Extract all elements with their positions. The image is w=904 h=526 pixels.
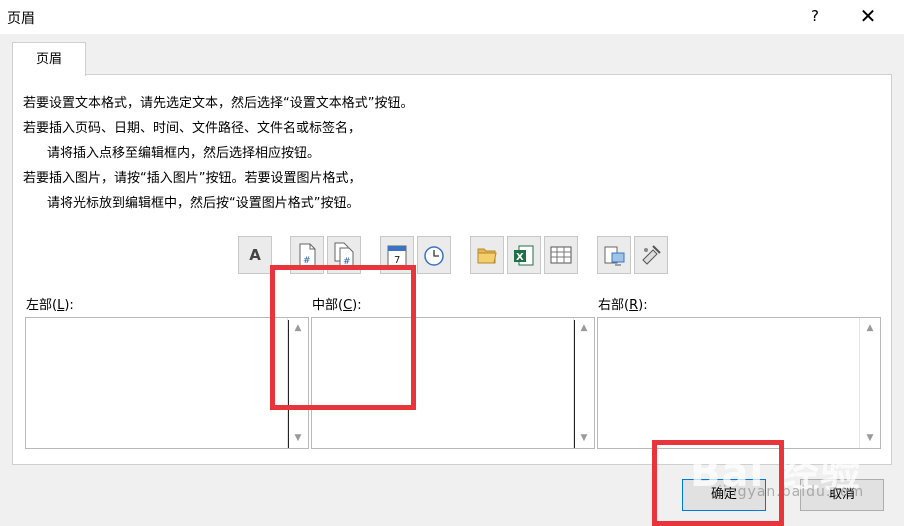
- right-scrollbar[interactable]: ▲ ▼: [859, 318, 880, 448]
- svg-text:#: #: [343, 257, 351, 267]
- right-section-label: 右部(R):: [598, 298, 648, 313]
- svg-text:#: #: [303, 256, 311, 266]
- instruction-line-4: 若要插入图片，请按“插入图片”按钮。若要设置图片格式，: [23, 171, 362, 186]
- insert-time-button[interactable]: [417, 236, 451, 274]
- insert-sheet-name-button[interactable]: [544, 236, 578, 274]
- format-text-icon: A: [249, 246, 261, 264]
- left-section-textarea[interactable]: ▲ ▼: [25, 317, 309, 449]
- window-title: 页眉: [7, 11, 35, 27]
- insert-file-path-button[interactable]: [470, 236, 504, 274]
- scroll-down-icon[interactable]: ▼: [574, 430, 594, 446]
- tab-header[interactable]: 页眉: [12, 42, 86, 76]
- scroll-up-icon[interactable]: ▲: [574, 320, 594, 336]
- insert-picture-button[interactable]: [597, 236, 631, 274]
- scroll-down-icon[interactable]: ▼: [860, 430, 880, 446]
- format-text-button[interactable]: A: [238, 236, 272, 274]
- center-section-label: 中部(C):: [312, 298, 362, 313]
- insert-file-name-button[interactable]: X: [507, 236, 541, 274]
- instruction-line-1: 若要设置文本格式，请先选定文本，然后选择“设置文本格式”按钮。: [23, 96, 414, 111]
- svg-text:7: 7: [394, 255, 400, 266]
- page-count-icon: #: [334, 242, 354, 268]
- sheet-icon: [550, 246, 572, 264]
- insert-page-number-button[interactable]: #: [290, 236, 324, 274]
- center-scrollbar[interactable]: ▲ ▼: [573, 318, 594, 448]
- svg-text:X: X: [516, 252, 524, 263]
- text-cursor: [288, 320, 289, 448]
- title-bar: 页眉 ? ✕: [0, 0, 904, 34]
- insert-page-count-button[interactable]: #: [327, 236, 361, 274]
- instruction-line-2: 若要插入页码、日期、时间、文件路径、文件名或标签名，: [23, 121, 362, 136]
- text-cursor: [574, 320, 575, 448]
- left-scrollbar[interactable]: ▲ ▼: [287, 318, 308, 448]
- insert-date-button[interactable]: 7: [380, 236, 414, 274]
- instruction-line-3: 请将插入点移至编辑框内，然后选择相应按钮。: [47, 146, 321, 161]
- picture-icon: [604, 246, 625, 266]
- scroll-down-icon[interactable]: ▼: [288, 430, 308, 446]
- help-button[interactable]: ?: [800, 0, 830, 32]
- page-number-icon: #: [299, 243, 316, 267]
- watermark-url: jingyan.baidu.com: [718, 484, 865, 500]
- close-button[interactable]: ✕: [848, 0, 888, 32]
- excel-file-icon: X: [514, 245, 534, 266]
- clock-icon: [424, 246, 444, 266]
- scroll-up-icon[interactable]: ▲: [288, 320, 308, 336]
- format-picture-button[interactable]: [634, 236, 668, 274]
- right-section-textarea[interactable]: ▲ ▼: [597, 317, 881, 449]
- center-section-textarea[interactable]: ▲ ▼: [311, 317, 595, 449]
- instruction-line-5: 请将光标放到编辑框中，然后按“设置图片格式”按钮。: [47, 196, 360, 211]
- left-section-label: 左部(L):: [26, 298, 74, 313]
- scroll-up-icon[interactable]: ▲: [860, 320, 880, 336]
- calendar-icon: 7: [387, 245, 407, 267]
- folder-icon: [477, 248, 497, 264]
- format-picture-icon: [642, 245, 661, 265]
